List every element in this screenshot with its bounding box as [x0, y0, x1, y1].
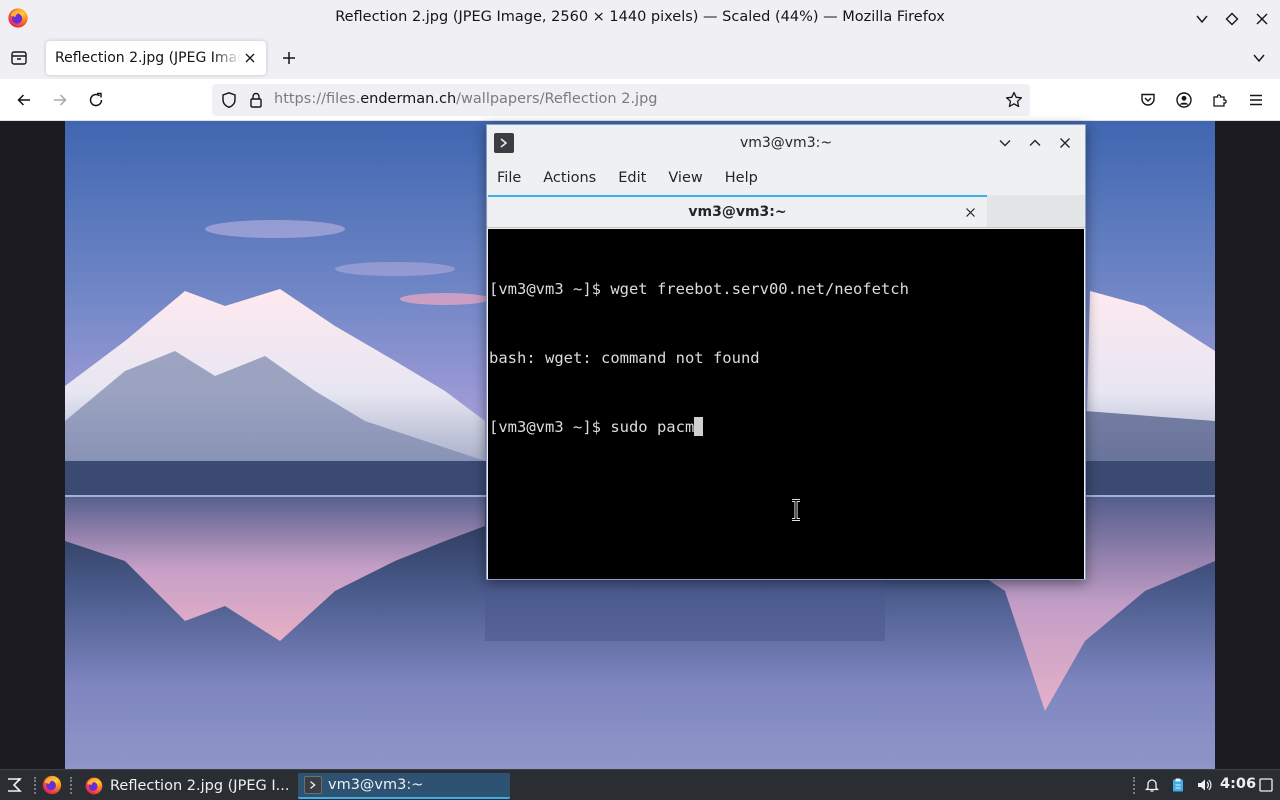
list-all-tabs-button[interactable] — [1248, 47, 1270, 69]
terminal-current-line[interactable]: [vm3@vm3 ~]$ sudo pacm — [489, 416, 1083, 439]
pocket-icon — [1141, 93, 1155, 106]
window-title: Reflection 2.jpg (JPEG Image, 2560 × 144… — [335, 9, 945, 25]
terminal-tab-label: vm3@vm3:~ — [688, 204, 787, 220]
terminal-tab-close-button[interactable] — [961, 203, 979, 221]
close-icon — [245, 53, 255, 63]
tab-list-icon — [11, 51, 27, 65]
tracking-protection-shield-icon[interactable] — [220, 91, 238, 109]
task-firefox[interactable]: Reflection 2.jpg (JPEG I... — [78, 773, 292, 799]
minimize-button[interactable] — [1190, 7, 1214, 31]
chevron-down-icon — [1253, 54, 1265, 63]
tab-reflection[interactable]: Reflection 2.jpg (JPEG Image, 2560 × 144… — [46, 41, 266, 75]
task-terminal[interactable]: vm3@vm3:~ — [298, 773, 510, 799]
diamond-icon — [1225, 12, 1239, 26]
terminal-titlebar[interactable]: vm3@vm3:~ — [487, 125, 1085, 161]
url-text[interactable]: https://files.enderman.ch/wallpapers/Ref… — [274, 91, 658, 107]
arrow-right-icon — [54, 94, 67, 106]
clock[interactable]: 4:06 — [1220, 776, 1256, 792]
url-host: enderman.ch — [360, 91, 457, 107]
terminal-output[interactable]: [vm3@vm3 ~]$ wget freebot.serv00.net/neo… — [488, 229, 1084, 579]
terminal-window[interactable]: vm3@vm3:~ File Actions Edit View Help vm… — [486, 124, 1086, 580]
taskbar-separator — [34, 777, 36, 794]
terminal-line: [vm3@vm3 ~]$ wget freebot.serv00.net/neo… — [489, 280, 909, 298]
menu-file[interactable]: File — [497, 170, 521, 186]
close-icon — [965, 207, 975, 217]
app-menu-button[interactable] — [1244, 88, 1268, 112]
terminal-tab[interactable]: vm3@vm3:~ — [488, 195, 987, 227]
maximize-button[interactable] — [1220, 7, 1244, 31]
terminal-tab-strip: vm3@vm3:~ — [487, 195, 1085, 228]
lock-icon[interactable] — [247, 91, 265, 109]
taskbar: Reflection 2.jpg (JPEG I... vm3@vm3:~ 4:… — [0, 769, 1280, 800]
close-icon — [1060, 138, 1070, 148]
taskbar-separator — [1133, 777, 1135, 794]
menu-edit[interactable]: Edit — [618, 170, 646, 186]
back-button[interactable] — [12, 88, 36, 112]
url-path: /wallpapers/Reflection 2.jpg — [456, 91, 658, 107]
account-icon — [1176, 92, 1192, 108]
prompt-chevron-icon — [310, 781, 316, 789]
reload-icon — [89, 92, 103, 107]
firefox-launcher-icon[interactable] — [41, 774, 63, 796]
bell-icon — [1144, 779, 1160, 792]
ibeam-cursor-icon — [792, 499, 800, 521]
show-desktop-icon — [1259, 778, 1273, 792]
task-label: Reflection 2.jpg (JPEG I... — [110, 778, 290, 794]
puzzle-icon — [1213, 94, 1227, 107]
desktop: Reflection 2.jpg (JPEG Image, 2560 × 144… — [0, 0, 1280, 800]
bookmark-star-icon[interactable] — [1004, 90, 1024, 110]
clipboard-icon — [1173, 778, 1183, 792]
hamburger-menu-icon — [1250, 94, 1262, 106]
plus-icon — [283, 52, 295, 64]
terminal-line: bash: wget: command not found — [489, 349, 760, 367]
close-window-button[interactable] — [1250, 7, 1274, 31]
url-bar[interactable]: https://files.enderman.ch/wallpapers/Ref… — [212, 84, 1030, 116]
new-tab-button[interactable] — [278, 47, 300, 69]
extensions-button[interactable] — [1208, 88, 1232, 112]
close-icon — [1256, 13, 1268, 25]
menu-view[interactable]: View — [668, 170, 702, 186]
firefox-view-button[interactable] — [8, 47, 30, 69]
chevron-up-icon — [1029, 139, 1041, 146]
menu-actions[interactable]: Actions — [543, 170, 596, 186]
url-prefix: https://files. — [274, 91, 361, 107]
terminal-close-button[interactable] — [1053, 131, 1077, 155]
navigation-toolbar: https://files.enderman.ch/wallpapers/Ref… — [0, 79, 1280, 121]
app-launcher-icon — [8, 778, 22, 792]
firefox-titlebar[interactable]: Reflection 2.jpg (JPEG Image, 2560 × 144… — [0, 0, 1280, 37]
notifications-button[interactable] — [1142, 775, 1162, 795]
taskbar-separator — [70, 777, 72, 794]
terminal-icon — [304, 776, 322, 794]
firefox-icon — [85, 777, 103, 795]
terminal-menubar: File Actions Edit View Help — [487, 161, 1085, 195]
chevron-down-icon — [999, 140, 1011, 147]
tab-close-button[interactable] — [240, 48, 260, 68]
task-label: vm3@vm3:~ — [328, 777, 424, 793]
volume-button[interactable] — [1194, 775, 1214, 795]
text-cursor — [694, 417, 704, 436]
speaker-icon — [1198, 779, 1212, 791]
chevron-down-icon — [1196, 15, 1208, 24]
pocket-button[interactable] — [1136, 88, 1160, 112]
forward-button[interactable] — [48, 88, 72, 112]
reload-button[interactable] — [84, 88, 108, 112]
terminal-line: [vm3@vm3 ~]$ sudo pacm — [489, 418, 695, 436]
terminal-maximize-button[interactable] — [1023, 131, 1047, 155]
terminal-minimize-button[interactable] — [993, 131, 1017, 155]
application-launcher-button[interactable] — [3, 774, 25, 796]
show-desktop-button[interactable] — [1256, 775, 1276, 795]
menu-help[interactable]: Help — [725, 170, 758, 186]
tab-label: Reflection 2.jpg (JPEG Image, 2560 × 144… — [55, 50, 241, 66]
clipboard-button[interactable] — [1168, 775, 1188, 795]
arrow-left-icon — [17, 94, 30, 106]
tab-bar: Reflection 2.jpg (JPEG Image, 2560 × 144… — [0, 37, 1280, 79]
account-button[interactable] — [1172, 88, 1196, 112]
